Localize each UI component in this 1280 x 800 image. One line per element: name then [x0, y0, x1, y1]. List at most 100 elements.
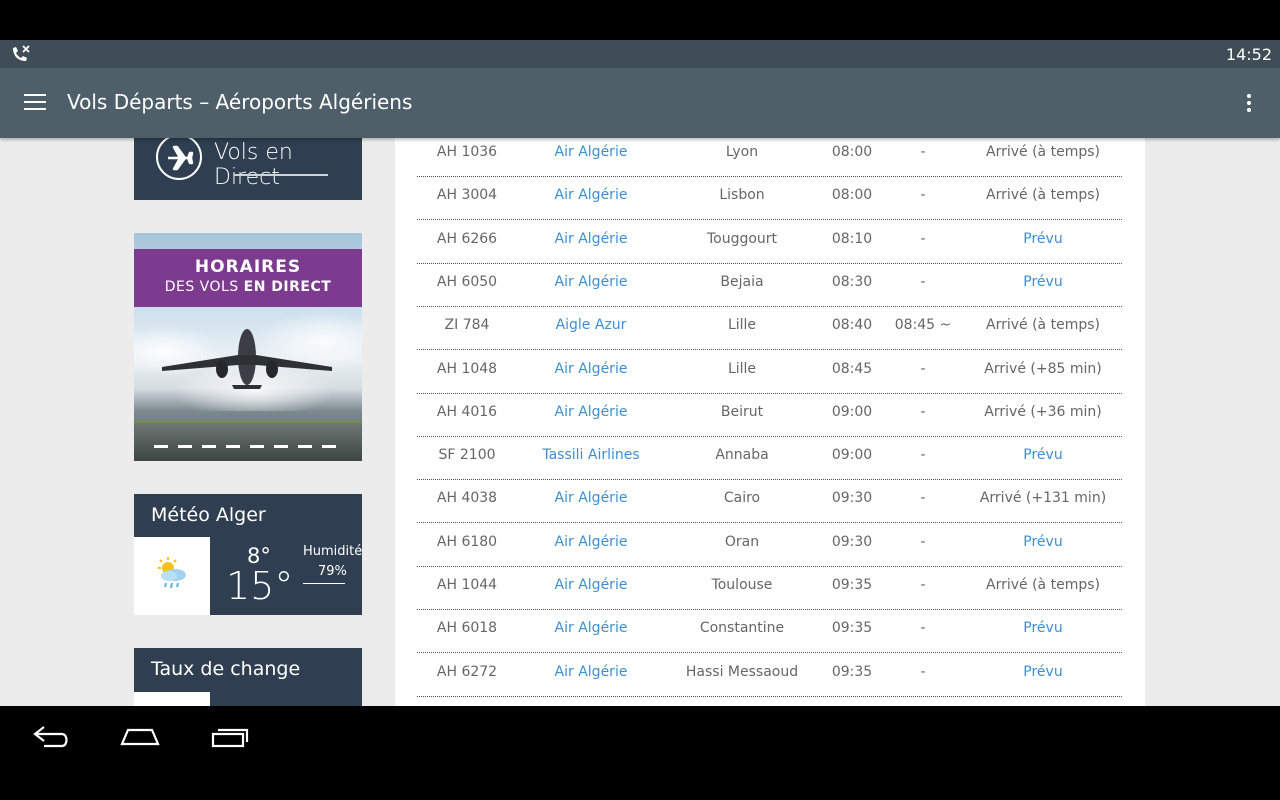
flight-row[interactable]: AH 6018 Air Algérie Constantine 09:35 - Prévu — [417, 610, 1122, 654]
destination-city: Toulouse — [711, 577, 773, 593]
flight-number: AH 6266 — [436, 230, 498, 247]
airline-link[interactable]: Aigle Azur — [517, 317, 665, 333]
flight-row[interactable]: AH 6050 Air Algérie Bejaia 08:30 - Prévu — [417, 264, 1122, 307]
airline-link[interactable]: Air Algérie — [517, 144, 665, 160]
scheduled-time: 09:30 — [831, 533, 873, 550]
scheduled-time: 09:35 — [831, 663, 873, 680]
estimated-time: - — [920, 663, 926, 680]
flight-row[interactable]: AH 6180 Air Algérie Oran 09:30 - Prévu — [417, 524, 1122, 567]
promo-line1: HORAIRES — [194, 257, 302, 277]
more-vert-icon[interactable] — [1246, 94, 1252, 114]
flight-status: Prévu — [1023, 663, 1063, 680]
flight-number: ZI 784 — [444, 317, 490, 334]
vols-direct-underline — [234, 174, 328, 176]
flight-number: AH 4038 — [436, 490, 498, 507]
promo-runway-lines — [154, 445, 344, 448]
airplane-icon — [156, 138, 202, 180]
flight-row[interactable]: AH 4016 Air Algérie Beirut 09:00 - Arrivé (+3… — [417, 394, 1122, 437]
airline-link[interactable]: Tassili Airlines — [517, 447, 665, 463]
destination-city: Touggourt — [706, 230, 778, 247]
flight-status: Arrivé (+85 min) — [984, 360, 1102, 377]
airline-link[interactable]: Air Algérie — [517, 187, 665, 203]
destination-city: Lille — [727, 317, 757, 334]
promo-runway — [134, 423, 362, 461]
flight-row[interactable]: SF 2100 Tassili Airlines Annaba 09:00 - Prévu — [417, 437, 1122, 481]
flight-row[interactable]: AH 4038 Air Algérie Cairo 09:30 - Arrivé (+13… — [417, 480, 1122, 524]
destination-city: Lisbon — [719, 187, 765, 204]
flight-row[interactable]: AH 1036 Air Algérie Lyon 08:00 - Arrivé (à te… — [417, 138, 1122, 177]
flight-number: AH 1048 — [436, 360, 498, 377]
home-icon[interactable] — [118, 722, 162, 750]
humidity-divider — [303, 583, 345, 584]
promo-line2-part1: DES VOLS — [164, 279, 244, 295]
promo-airplane-icon — [162, 329, 332, 389]
scheduled-time: 09:00 — [831, 403, 873, 420]
flight-number: SF 2100 — [438, 447, 496, 464]
destination-city: Oran — [724, 533, 760, 550]
weather-icon-box — [134, 537, 210, 615]
vols-direct-card[interactable]: Vols en Direct — [134, 138, 362, 200]
flight-status: Arrivé (+131 min) — [979, 490, 1107, 507]
sun-cloud-rain-icon — [158, 557, 186, 589]
exchange-rate-card[interactable]: Taux de change — [134, 648, 362, 706]
estimated-time: - — [920, 620, 926, 637]
airline-link[interactable]: Air Algérie — [517, 664, 665, 680]
estimated-time: - — [920, 230, 926, 247]
airline-link[interactable]: Air Algérie — [517, 490, 665, 506]
flight-row[interactable]: AH 1048 Air Algérie Lille 08:45 - Arrivé (+85… — [417, 351, 1122, 394]
flight-row[interactable]: AH 3004 Air Algérie Lisbon 08:00 - Arrivé (à … — [417, 177, 1122, 221]
humidity-label: Humidité — [303, 544, 363, 559]
recent-apps-icon[interactable] — [210, 722, 250, 750]
flight-number: AH 1044 — [436, 577, 498, 593]
scheduled-time: 09:00 — [831, 447, 873, 464]
destination-city: Cairo — [723, 490, 761, 507]
airline-link[interactable]: Air Algérie — [517, 274, 665, 290]
destination-city: Annaba — [715, 447, 769, 464]
promo-line2-part2: EN DIRECT — [243, 279, 332, 295]
airline-link[interactable]: Air Algérie — [517, 361, 665, 377]
flight-number: AH 1036 — [436, 144, 498, 160]
flight-number: AH 6272 — [436, 663, 498, 680]
destination-city: Lyon — [725, 144, 759, 160]
missed-call-icon — [13, 45, 30, 61]
destination-city: Constantine — [699, 620, 785, 637]
airline-link[interactable]: Air Algérie — [517, 231, 665, 247]
app-bar: Vols Départs – Aéroports Algériens — [0, 68, 1280, 138]
scheduled-time: 08:40 — [831, 317, 873, 334]
main-content: Vols en Direct HORAIRES DES VOLS EN DIRE… — [0, 138, 1280, 706]
destination-city: Hassi Messaoud — [685, 663, 799, 680]
humidity-value: 79% — [318, 564, 347, 579]
airline-link[interactable]: Air Algérie — [517, 620, 665, 636]
hamburger-icon[interactable] — [24, 94, 46, 112]
airline-link[interactable]: Air Algérie — [517, 577, 665, 593]
flight-number: AH 3004 — [436, 187, 498, 204]
flight-status: Prévu — [1023, 273, 1063, 290]
promo-banner[interactable]: HORAIRES DES VOLS EN DIRECT — [134, 233, 362, 461]
flight-row[interactable]: AH 1044 Air Algérie Toulouse 09:35 - Arrivé (… — [417, 567, 1122, 610]
weather-card[interactable]: Météo Alger 8° 15° Humidité 79% — [134, 494, 362, 615]
flight-row[interactable]: ZI 784 Aigle Azur Lille 08:40 08:45 ~ Arrivé … — [417, 307, 1122, 351]
page-title: Vols Départs – Aéroports Algériens — [67, 90, 413, 114]
vols-direct-label: Vols en Direct — [214, 140, 293, 190]
back-icon[interactable] — [32, 722, 72, 750]
weather-title: Météo Alger — [151, 504, 266, 526]
scheduled-time: 08:45 — [831, 360, 873, 377]
flight-status: Prévu — [1023, 230, 1063, 247]
top-black-bar — [0, 0, 1280, 40]
airline-link[interactable]: Air Algérie — [517, 534, 665, 550]
flight-status: Arrivé (à temps) — [986, 577, 1100, 593]
scheduled-time: 08:00 — [831, 144, 873, 160]
destination-city: Lille — [727, 360, 757, 377]
flight-status: Prévu — [1023, 620, 1063, 637]
flight-row[interactable]: AH 6266 Air Algérie Touggourt 08:10 - Prévu — [417, 221, 1122, 264]
scheduled-time: 09:30 — [831, 490, 873, 507]
system-nav-bar — [0, 706, 1280, 800]
estimated-time: 08:45 ~ — [894, 317, 952, 334]
airline-link[interactable]: Air Algérie — [517, 404, 665, 420]
flight-row[interactable]: AH 6272 Air Algérie Hassi Messaoud 09:35 - Pr… — [417, 654, 1122, 697]
estimated-time: - — [920, 403, 926, 420]
flight-status: Arrivé (+36 min) — [984, 403, 1102, 420]
flight-number: AH 6018 — [436, 620, 498, 637]
estimated-time: - — [920, 490, 926, 507]
estimated-time: - — [920, 360, 926, 377]
